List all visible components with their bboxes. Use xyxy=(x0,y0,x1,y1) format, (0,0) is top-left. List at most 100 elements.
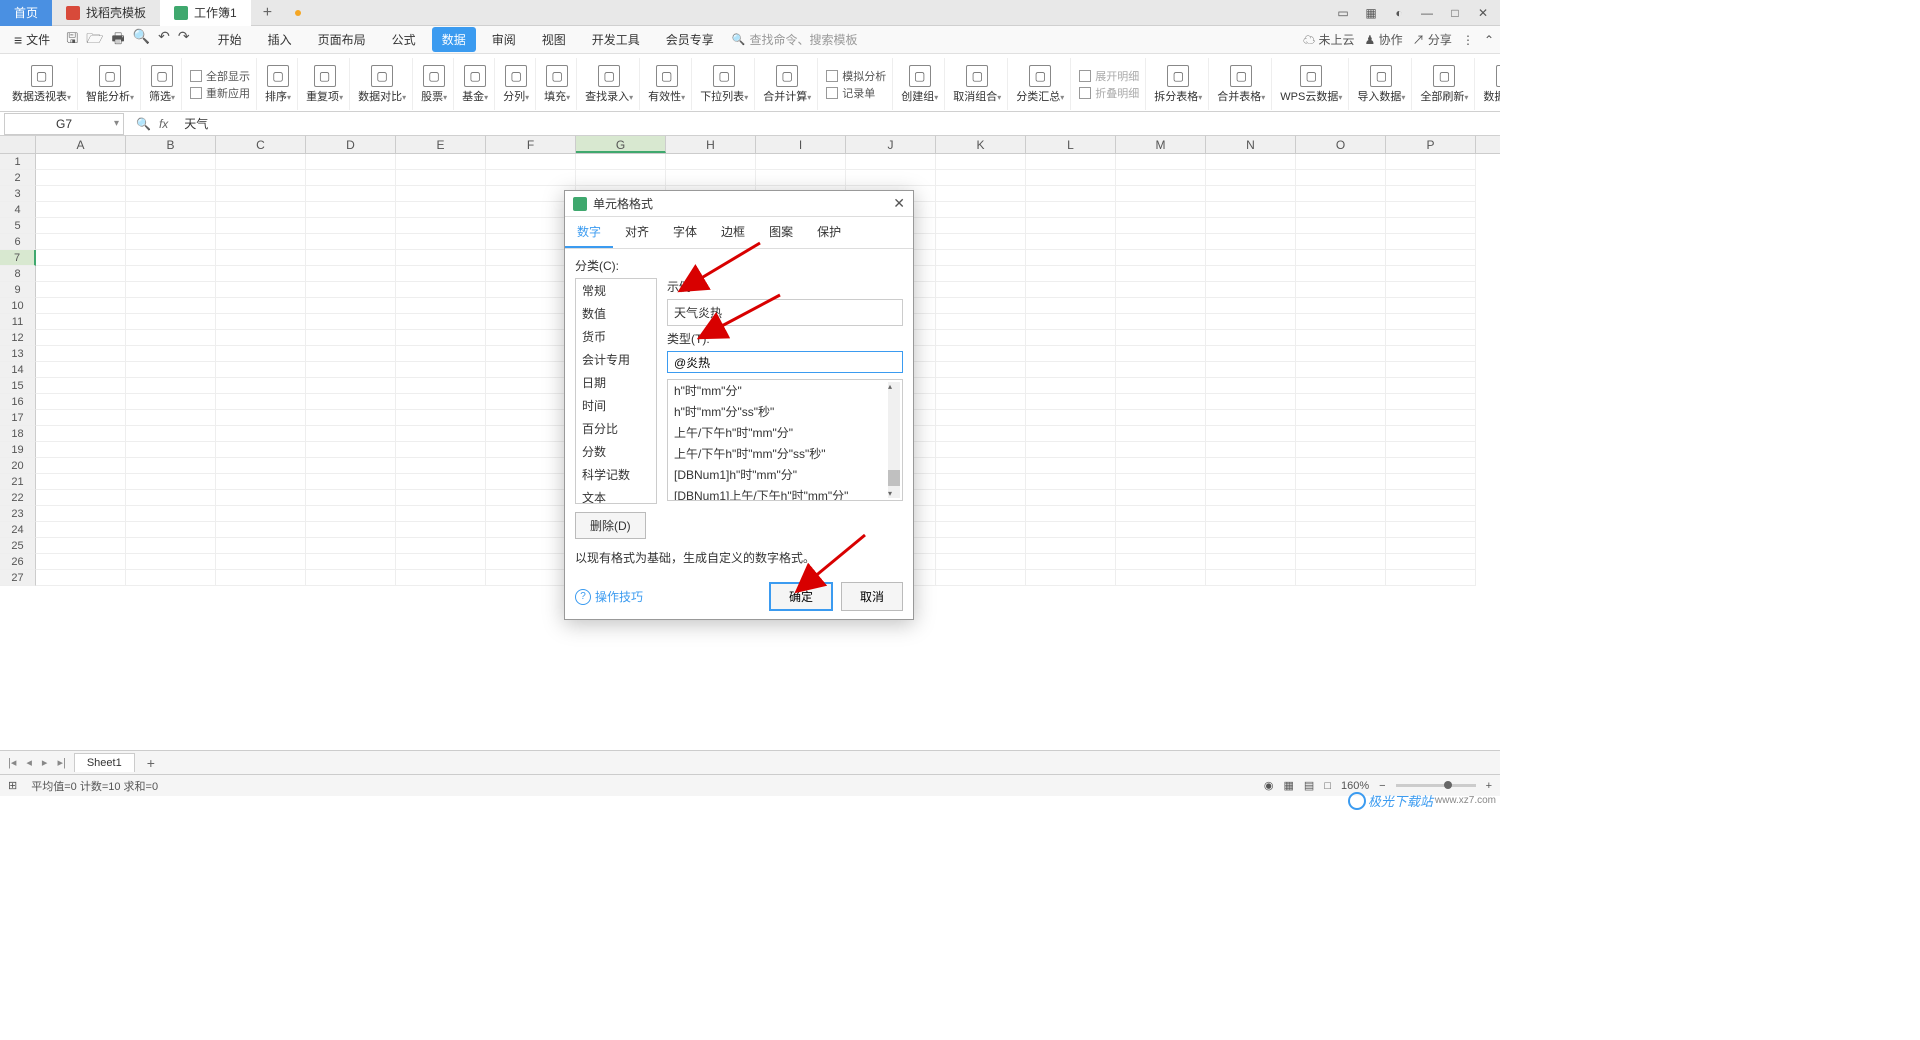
cell[interactable] xyxy=(486,266,576,282)
category-item[interactable]: 货币 xyxy=(576,325,656,348)
cell[interactable] xyxy=(126,202,216,218)
cell[interactable] xyxy=(486,506,576,522)
cell[interactable] xyxy=(36,538,126,554)
dialog-tab-字体[interactable]: 字体 xyxy=(661,217,709,248)
cell[interactable] xyxy=(1296,154,1386,170)
cell[interactable] xyxy=(1116,282,1206,298)
cell[interactable] xyxy=(936,458,1026,474)
user-icon[interactable]: ◐ xyxy=(1390,4,1408,22)
cell[interactable] xyxy=(36,522,126,538)
cell[interactable] xyxy=(1206,250,1296,266)
category-item[interactable]: 数值 xyxy=(576,302,656,325)
cell[interactable] xyxy=(126,426,216,442)
zoom-out[interactable]: − xyxy=(1379,780,1385,792)
cell[interactable] xyxy=(216,346,306,362)
search-box[interactable]: 查找命令、搜索模板 xyxy=(732,31,858,48)
cell[interactable] xyxy=(486,234,576,250)
cell[interactable] xyxy=(216,234,306,250)
format-item[interactable]: 上午/下午h"时"mm"分"ss"秒" xyxy=(668,443,902,464)
cell[interactable] xyxy=(1206,554,1296,570)
redo-icon[interactable]: ↷ xyxy=(178,28,190,52)
col-header-B[interactable]: B xyxy=(126,136,216,153)
apps-icon[interactable]: ▦ xyxy=(1362,4,1380,22)
cell[interactable] xyxy=(936,490,1026,506)
cell[interactable] xyxy=(1206,570,1296,586)
format-scroll-thumb[interactable] xyxy=(888,470,900,486)
cell[interactable] xyxy=(486,554,576,570)
cell[interactable] xyxy=(216,554,306,570)
row-header[interactable]: 1 xyxy=(0,154,36,170)
cell[interactable] xyxy=(36,234,126,250)
cell[interactable] xyxy=(1116,410,1206,426)
cell[interactable] xyxy=(936,554,1026,570)
cell[interactable] xyxy=(306,554,396,570)
cell[interactable] xyxy=(1206,154,1296,170)
cell[interactable] xyxy=(1386,474,1476,490)
ribbon-数据校对[interactable]: ▢数据校对▾ xyxy=(1483,65,1500,104)
cell[interactable] xyxy=(1206,282,1296,298)
row-header[interactable]: 18 xyxy=(0,426,36,442)
cell[interactable] xyxy=(936,394,1026,410)
cell[interactable] xyxy=(1116,266,1206,282)
undo-icon[interactable]: ↶ xyxy=(158,28,170,52)
ok-button[interactable]: 确定 xyxy=(769,582,833,611)
cell[interactable] xyxy=(126,458,216,474)
cell[interactable] xyxy=(36,458,126,474)
cell[interactable] xyxy=(936,474,1026,490)
cell[interactable] xyxy=(1386,362,1476,378)
cell[interactable] xyxy=(306,458,396,474)
tab-add[interactable]: + xyxy=(251,4,284,22)
view-eye-icon[interactable]: ◉ xyxy=(1264,779,1274,792)
cell[interactable] xyxy=(1206,234,1296,250)
cell[interactable] xyxy=(1296,234,1386,250)
col-header-N[interactable]: N xyxy=(1206,136,1296,153)
cell[interactable] xyxy=(936,570,1026,586)
cell[interactable] xyxy=(1116,298,1206,314)
row-header[interactable]: 27 xyxy=(0,570,36,586)
cell[interactable] xyxy=(36,426,126,442)
category-item[interactable]: 常规 xyxy=(576,279,656,302)
cell[interactable] xyxy=(486,490,576,506)
menu-公式[interactable]: 公式 xyxy=(382,27,426,52)
fx-search-icon[interactable]: 🔍 xyxy=(136,117,151,131)
cell[interactable] xyxy=(1206,426,1296,442)
ribbon-股票[interactable]: ▢股票▾ xyxy=(421,65,447,104)
cell[interactable] xyxy=(1206,346,1296,362)
cell[interactable] xyxy=(936,314,1026,330)
cell[interactable] xyxy=(1026,378,1116,394)
row-header[interactable]: 11 xyxy=(0,314,36,330)
row-header[interactable]: 7 xyxy=(0,250,36,266)
cell[interactable] xyxy=(36,490,126,506)
cell[interactable] xyxy=(486,154,576,170)
cell[interactable] xyxy=(1116,394,1206,410)
cell[interactable] xyxy=(36,330,126,346)
dialog-tab-边框[interactable]: 边框 xyxy=(709,217,757,248)
cell[interactable] xyxy=(1206,202,1296,218)
cell[interactable] xyxy=(126,186,216,202)
cell[interactable] xyxy=(216,538,306,554)
cell[interactable] xyxy=(936,522,1026,538)
cell[interactable] xyxy=(1386,298,1476,314)
cell[interactable] xyxy=(306,330,396,346)
cell[interactable] xyxy=(846,170,936,186)
cell[interactable] xyxy=(396,410,486,426)
cell[interactable] xyxy=(216,426,306,442)
ribbon-合并计算[interactable]: ▢合并计算▾ xyxy=(763,65,811,104)
view-break-icon[interactable]: □ xyxy=(1324,780,1331,792)
cell[interactable] xyxy=(36,314,126,330)
cell[interactable] xyxy=(396,490,486,506)
cell[interactable] xyxy=(396,570,486,586)
cell[interactable] xyxy=(126,570,216,586)
cell[interactable] xyxy=(1116,522,1206,538)
cell[interactable] xyxy=(1386,170,1476,186)
cell[interactable] xyxy=(1386,314,1476,330)
cell[interactable] xyxy=(36,410,126,426)
menu-开始[interactable]: 开始 xyxy=(208,27,252,52)
cell[interactable] xyxy=(36,218,126,234)
cell[interactable] xyxy=(1386,426,1476,442)
cell[interactable] xyxy=(486,378,576,394)
row-header[interactable]: 14 xyxy=(0,362,36,378)
cell[interactable] xyxy=(1296,458,1386,474)
cell[interactable] xyxy=(936,170,1026,186)
ribbon-sub-记录单[interactable]: 记录单 xyxy=(826,85,886,101)
